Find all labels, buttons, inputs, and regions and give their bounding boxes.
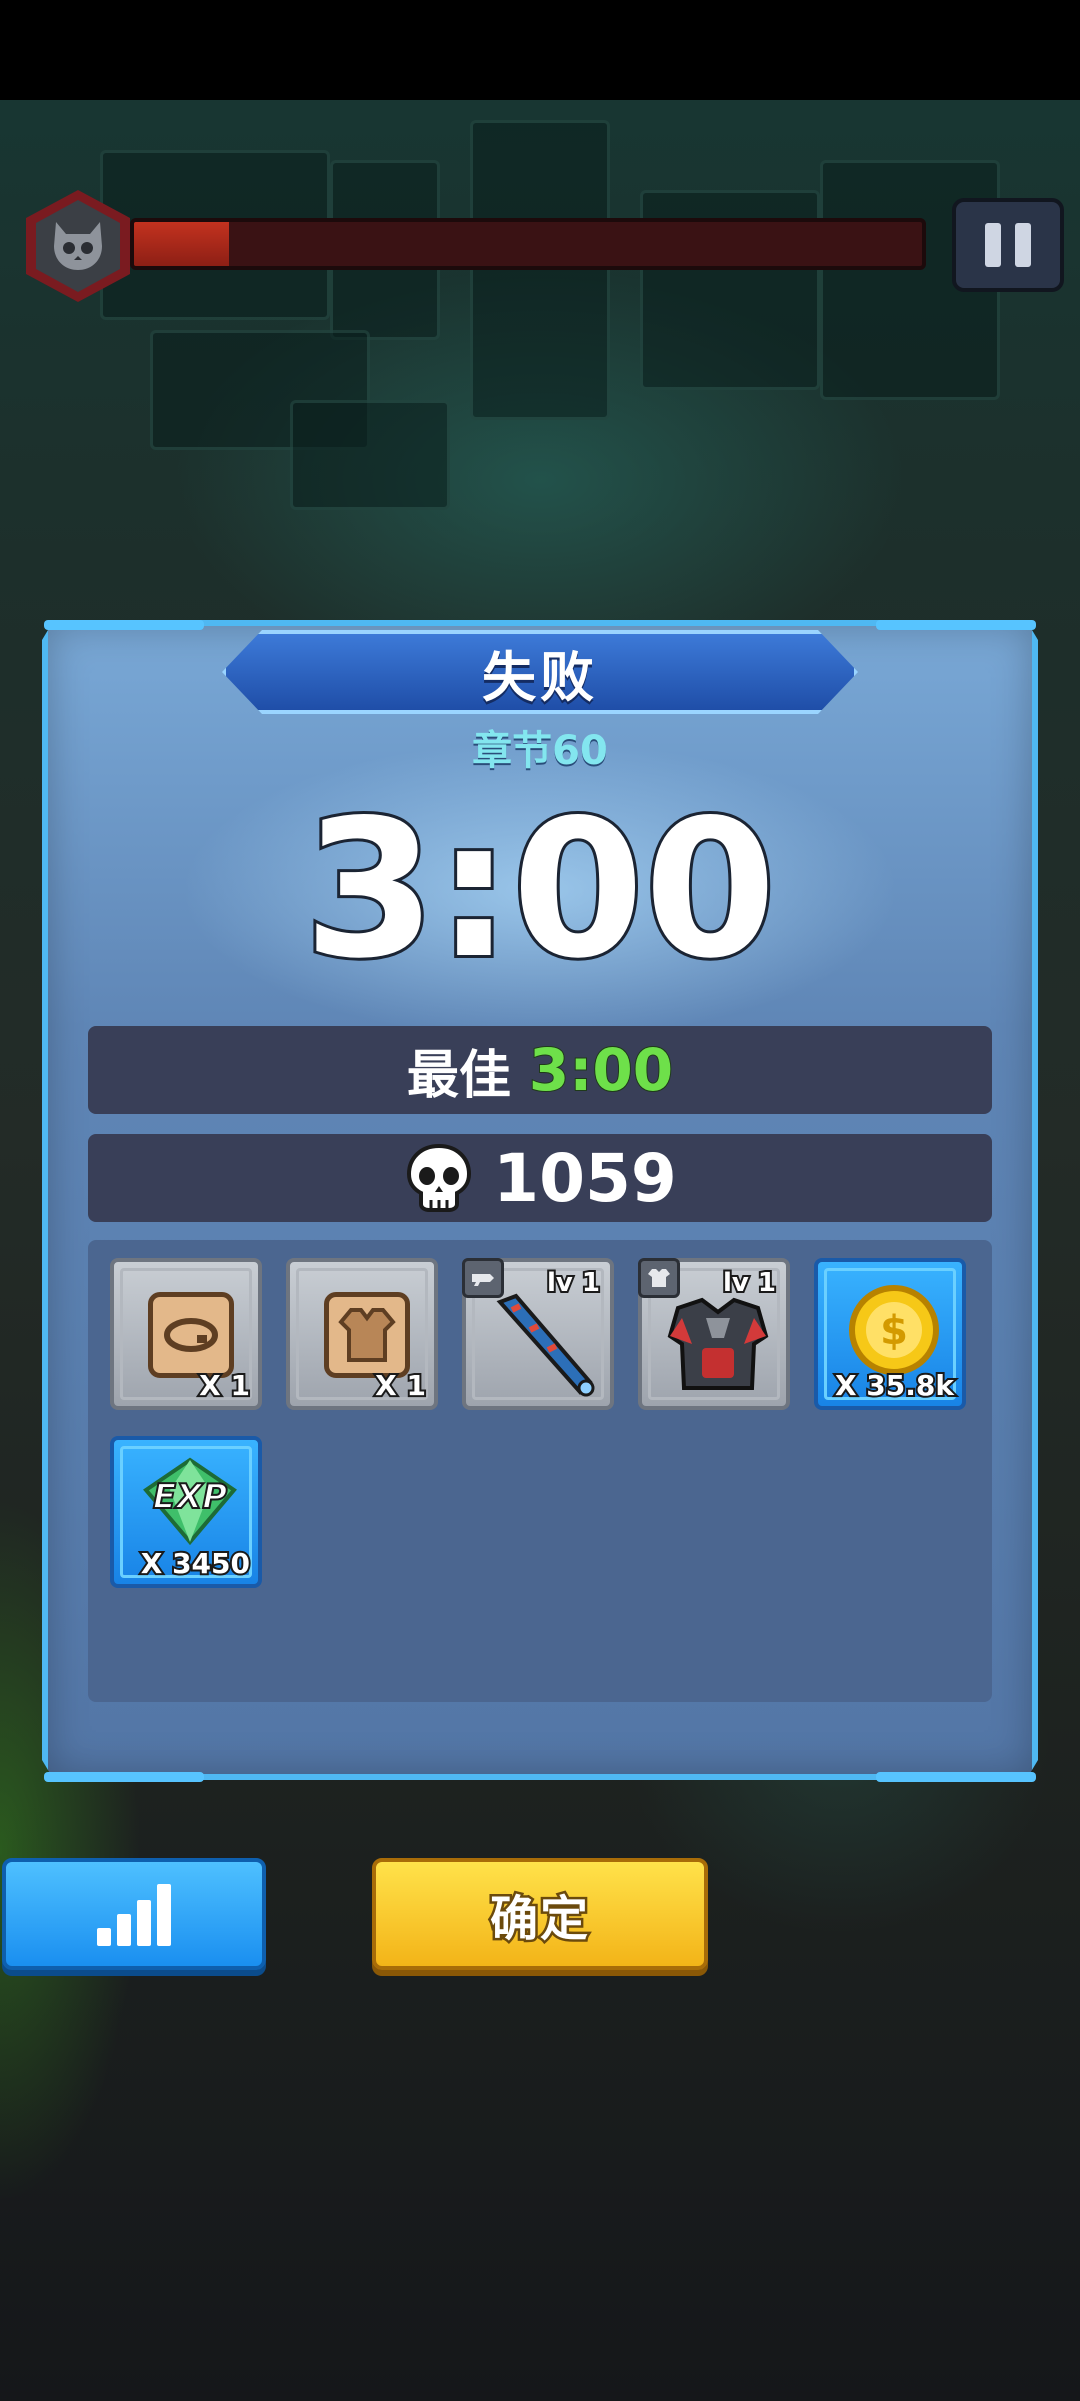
reward-slot[interactable]: lv 1 <box>638 1258 790 1410</box>
armor-type-icon <box>638 1258 680 1298</box>
chapter-label: 章节60 <box>472 728 608 774</box>
gold-coin-icon: $ <box>849 1285 939 1375</box>
dialog-title: 失败 <box>482 645 598 709</box>
pause-icon <box>985 223 1001 267</box>
kill-count: 1059 <box>493 1139 677 1217</box>
collar-scroll-icon <box>148 1292 234 1378</box>
reward-quantity: X 1 <box>197 1367 252 1404</box>
baseball-bat-icon <box>496 1293 595 1397</box>
survival-time: 3:00 <box>301 779 780 1000</box>
svg-text:$: $ <box>880 1308 908 1354</box>
svg-text:EXP: EXP <box>153 1477 227 1517</box>
chest-armor-icon <box>667 1297 769 1390</box>
dialog-title-banner: 失败 <box>222 630 858 714</box>
status-bar <box>0 0 1080 100</box>
confirm-button[interactable]: 确定 <box>372 1858 708 1970</box>
skull-icon <box>407 1143 472 1212</box>
reward-level: lv 1 <box>721 1266 778 1300</box>
exp-gem-icon: EXP <box>143 1457 237 1546</box>
rewards-grid: X 1 X 1 lv 1 lv 1 $ X 35.8k EXP X 3450 <box>88 1240 992 1702</box>
armor-scroll-icon <box>324 1292 410 1378</box>
signal-bars-icon <box>97 1882 171 1946</box>
confirm-label: 确定 <box>487 1889 590 1950</box>
reward-slot[interactable]: X 1 <box>110 1258 262 1410</box>
stats-button[interactable] <box>2 1858 266 1970</box>
boss-health-bar <box>130 218 926 270</box>
reward-slot[interactable]: lv 1 <box>462 1258 614 1410</box>
best-time-label: 最佳 <box>406 1045 511 1106</box>
best-time-value: 3:00 <box>528 1035 674 1105</box>
weapon-type-icon <box>462 1258 504 1298</box>
pause-button[interactable] <box>952 198 1064 292</box>
reward-level: lv 1 <box>545 1266 602 1300</box>
reward-quantity: X 1 <box>373 1367 428 1404</box>
kills-row: 1059 <box>88 1134 992 1222</box>
reward-slot[interactable]: $ X 35.8k <box>814 1258 966 1410</box>
reward-quantity: X 3450 <box>139 1545 252 1582</box>
reward-slot[interactable]: EXP X 3450 <box>110 1436 262 1588</box>
boss-skull-icon <box>54 222 102 270</box>
reward-quantity: X 35.8k <box>833 1367 956 1404</box>
best-time-row: 最佳 3:00 <box>88 1026 992 1114</box>
reward-slot[interactable]: X 1 <box>286 1258 438 1410</box>
boss-health-fill <box>134 222 229 266</box>
